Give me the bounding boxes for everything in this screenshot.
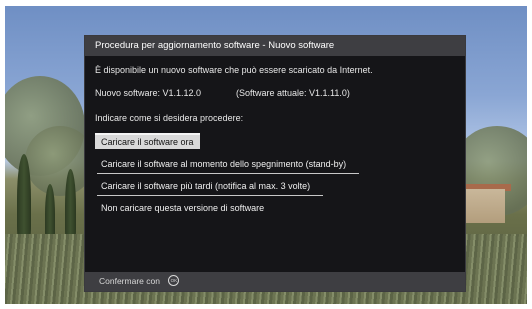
- update-message: È disponibile un nuovo software che può …: [95, 65, 373, 75]
- version-info: Nuovo software: V1.1.12.0 (Software attu…: [95, 88, 350, 98]
- option-load-later[interactable]: Caricare il software più tardi (notifica…: [95, 179, 316, 193]
- dialog-footer: Confermare con OK: [85, 272, 465, 291]
- dialog-title: Procedura per aggiornamento software - N…: [85, 36, 465, 56]
- current-version-label: (Software attuale: V1.1.11.0): [236, 88, 350, 98]
- ok-button-icon: OK: [168, 275, 180, 287]
- cypress-tree: [17, 154, 31, 244]
- option-divider: [97, 173, 359, 174]
- software-update-dialog: Procedura per aggiornamento software - N…: [85, 36, 465, 291]
- confirm-label: Confermare con: [99, 276, 160, 286]
- tv-background-image: Procedura per aggiornamento software - N…: [5, 6, 527, 304]
- option-skip-version[interactable]: Non caricare questa versione di software: [95, 201, 270, 215]
- new-version-label: Nuovo software: V1.1.12.0: [95, 88, 202, 98]
- option-load-now[interactable]: Caricare il software ora: [95, 133, 200, 149]
- option-divider: [97, 195, 323, 196]
- option-load-at-standby[interactable]: Caricare il software al momento dello sp…: [95, 157, 352, 171]
- prompt-text: Indicare come si desidera procedere:: [95, 113, 244, 123]
- cypress-tree: [65, 169, 76, 244]
